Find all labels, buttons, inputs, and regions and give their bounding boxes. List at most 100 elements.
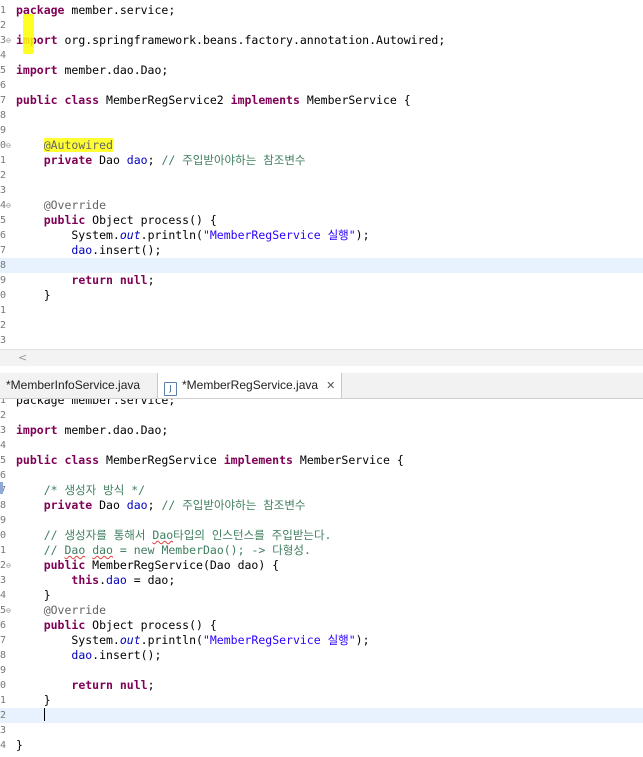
line-number: 3 bbox=[0, 725, 7, 736]
code-token: private bbox=[43, 498, 93, 512]
code-text: import member.dao.Dao; bbox=[16, 423, 168, 438]
code-line[interactable]: 3 this.dao = dao; bbox=[0, 573, 643, 588]
code-line[interactable]: 1 package member.service; bbox=[0, 399, 643, 408]
line-number: 9 bbox=[0, 275, 7, 286]
code-line[interactable]: 2 bbox=[0, 318, 643, 333]
code-text: // 생성자를 통해서 Dao타입의 인스턴스를 주입받는다. bbox=[16, 528, 332, 543]
code-line[interactable]: 1 // Dao dao = new MemberDao(); -> 다형성. bbox=[0, 543, 643, 558]
code-line[interactable]: 9 return null; bbox=[0, 273, 643, 288]
line-number: 2 bbox=[0, 20, 7, 31]
code-line[interactable]: 8 bbox=[0, 258, 643, 273]
code-line[interactable]: 4} bbox=[0, 738, 643, 753]
scroll-left-icon[interactable]: < bbox=[18, 350, 27, 366]
code-line[interactable]: 8 dao.insert(); bbox=[0, 648, 643, 663]
code-line[interactable]: 2 bbox=[0, 408, 643, 423]
code-line[interactable]: 4 bbox=[0, 48, 643, 63]
highlighter-mark bbox=[23, 14, 34, 54]
code-line[interactable]: 3 ⊖ import org.springframework.beans.facto… bbox=[0, 33, 643, 48]
code-text: public Object process() { bbox=[16, 213, 217, 228]
tab-member-reg-service[interactable]: J *MemberRegService.java ✕ bbox=[157, 373, 343, 398]
fold-toggle-icon[interactable]: ⊖ bbox=[6, 198, 11, 213]
line-number: 0 bbox=[0, 290, 7, 301]
code-text: public MemberRegService(Dao dao) { bbox=[16, 558, 279, 573]
code-line[interactable]: 1 } bbox=[0, 693, 643, 708]
code-text: import member.dao.Dao; bbox=[16, 63, 168, 78]
code-token: .println( bbox=[140, 633, 203, 647]
line-number: 9 bbox=[0, 665, 7, 676]
code-line[interactable]: 7 /* 생성자 방식 */ bbox=[0, 483, 643, 498]
code-token: Dao bbox=[92, 498, 127, 512]
line-number: 3 bbox=[0, 335, 7, 346]
code-line[interactable]: 4 } bbox=[0, 588, 643, 603]
top-editor[interactable]: 1 package member.service; 2 3 ⊖ import org.sp… bbox=[0, 0, 643, 349]
code-line[interactable]: 6 bbox=[0, 78, 643, 93]
code-text: dao.insert(); bbox=[16, 648, 161, 663]
code-line[interactable]: 2 bbox=[0, 18, 643, 33]
code-token: MemberRegService bbox=[99, 453, 224, 467]
code-line[interactable]: 2 ⊖ public MemberRegService(Dao dao) { bbox=[0, 558, 643, 573]
code-token: Dao bbox=[92, 153, 127, 167]
code-line[interactable]: 3 import member.dao.Dao; bbox=[0, 423, 643, 438]
code-line[interactable]: 4 ⊖ @Override bbox=[0, 198, 643, 213]
code-line[interactable]: 9 bbox=[0, 513, 643, 528]
code-token: out bbox=[119, 228, 141, 242]
code-line[interactable]: 3 bbox=[0, 333, 643, 348]
code-line[interactable]: 8 bbox=[0, 108, 643, 123]
code-line[interactable]: 1 package member.service; bbox=[0, 3, 643, 18]
code-line[interactable]: 6 public Object process() { bbox=[0, 618, 643, 633]
code-line[interactable]: 9 bbox=[0, 123, 643, 138]
code-line[interactable]: 7 System.out.println("MemberRegService 실… bbox=[0, 633, 643, 648]
code-line[interactable]: 7 dao.insert(); bbox=[0, 243, 643, 258]
code-token: .insert(); bbox=[92, 243, 162, 257]
line-number: 1 bbox=[0, 545, 7, 556]
code-line[interactable]: 7 public class MemberRegService2 implemen… bbox=[0, 93, 643, 108]
code-token: @Autowired bbox=[43, 138, 113, 152]
code-line[interactable]: 0 return null; bbox=[0, 678, 643, 693]
line-number: 9 bbox=[0, 125, 7, 136]
code-line[interactable]: 5 import member.dao.Dao; bbox=[0, 63, 643, 78]
code-token: member.dao.Dao; bbox=[57, 423, 169, 437]
code-line[interactable]: 2 bbox=[0, 168, 643, 183]
fold-toggle-icon[interactable]: ⊖ bbox=[6, 138, 11, 153]
line-number: 5 bbox=[0, 455, 7, 466]
tab-member-info-service[interactable]: *MemberInfoService.java bbox=[0, 373, 146, 398]
code-line[interactable]: 6 System.out.println("MemberRegService 실… bbox=[0, 228, 643, 243]
code-text: private Dao dao; // 주입받아야하는 참조변수 bbox=[16, 498, 306, 513]
code-line[interactable]: 8 private Dao dao; // 주입받아야하는 참조변수 bbox=[0, 498, 643, 513]
code-line[interactable]: 5 public class MemberRegService implement… bbox=[0, 453, 643, 468]
code-token: // 생성자를 통해서 bbox=[43, 528, 153, 542]
code-line[interactable]: 0 } bbox=[0, 288, 643, 303]
code-line[interactable]: 3 bbox=[0, 183, 643, 198]
code-line[interactable]: 2 bbox=[0, 708, 643, 723]
code-text: @Autowired bbox=[16, 138, 113, 153]
code-token: null bbox=[119, 273, 148, 287]
horizontal-scrollbar[interactable]: < bbox=[0, 349, 643, 366]
code-line[interactable]: 5 ⊖ @Override bbox=[0, 603, 643, 618]
code-line[interactable]: 3 bbox=[0, 723, 643, 738]
code-token: ; bbox=[147, 273, 155, 287]
code-token: @Override bbox=[43, 603, 107, 617]
bottom-editor[interactable]: 1 package member.service; 2 3 import member.… bbox=[0, 399, 643, 757]
code-line[interactable]: 5 public Object process() { bbox=[0, 213, 643, 228]
code-text: package member.service; bbox=[16, 399, 175, 408]
code-token: "MemberRegService 실행" bbox=[202, 633, 356, 647]
code-line[interactable]: 6 bbox=[0, 468, 643, 483]
code-token: null bbox=[119, 678, 148, 692]
fold-toggle-icon[interactable]: ⊖ bbox=[6, 558, 11, 573]
code-line[interactable]: 0 ⊖ @Autowired bbox=[0, 138, 643, 153]
close-icon[interactable]: ✕ bbox=[326, 380, 335, 392]
code-text: return null; bbox=[16, 678, 154, 693]
code-line[interactable]: 1 bbox=[0, 303, 643, 318]
code-line[interactable]: 9 bbox=[0, 663, 643, 678]
code-text: dao.insert(); bbox=[16, 243, 161, 258]
code-line[interactable]: 0 // 생성자를 통해서 Dao타입의 인스턴스를 주입받는다. bbox=[0, 528, 643, 543]
fold-toggle-icon[interactable]: ⊖ bbox=[6, 603, 11, 618]
code-line[interactable]: 4 bbox=[0, 438, 643, 453]
code-line[interactable]: 1 private Dao dao; // 주입받아야하는 참조변수 bbox=[0, 153, 643, 168]
fold-toggle-icon[interactable]: ⊖ bbox=[6, 33, 11, 48]
